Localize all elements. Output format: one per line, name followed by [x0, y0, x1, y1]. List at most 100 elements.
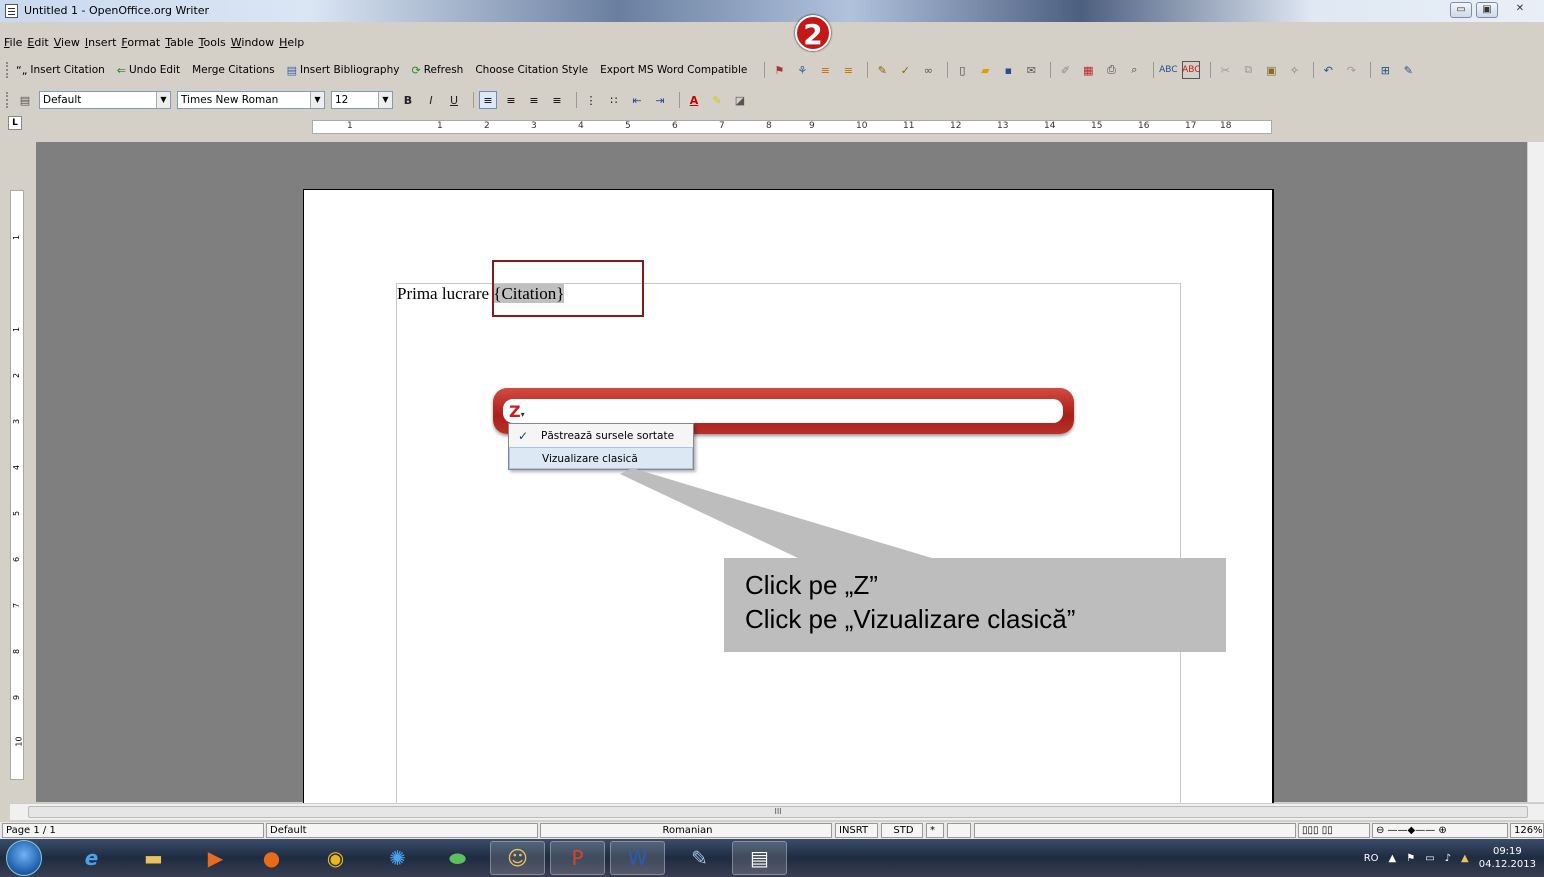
- menu-table[interactable]: Table: [165, 34, 198, 52]
- zoom-slider[interactable]: ⊖ ——◆—— ⊕: [1372, 823, 1508, 838]
- clock[interactable]: 09:19 04.12.2013: [1479, 845, 1536, 871]
- new-document-icon[interactable]: ▯: [953, 61, 971, 79]
- increase-indent-icon[interactable]: ⇥: [651, 91, 669, 109]
- menu-edit[interactable]: Edit: [27, 34, 53, 52]
- numbering-icon[interactable]: ⋮: [582, 91, 600, 109]
- bold-icon[interactable]: B: [399, 91, 417, 109]
- open-folder-icon[interactable]: ▰: [976, 61, 994, 79]
- chevron-down-icon[interactable]: ▼: [378, 92, 392, 108]
- green-app-icon[interactable]: ⬬: [430, 841, 485, 875]
- print-preview-icon[interactable]: ⌕: [1125, 61, 1143, 79]
- paste-icon[interactable]: ▣: [1262, 61, 1280, 79]
- chevron-down-icon[interactable]: ▼: [156, 92, 170, 108]
- media-player-icon[interactable]: ▶: [188, 841, 243, 875]
- background-color-icon[interactable]: ◪: [731, 91, 749, 109]
- view-layout-buttons[interactable]: ▯▯▯ ▯▯: [1298, 823, 1370, 838]
- copy-icon[interactable]: ⧉: [1239, 61, 1257, 79]
- menu-insert[interactable]: Insert: [85, 34, 122, 52]
- table-icon[interactable]: ⊞: [1376, 61, 1394, 79]
- decrease-indent-icon[interactable]: ⇤: [628, 91, 646, 109]
- zoom-level[interactable]: 126%: [1510, 823, 1544, 838]
- email-icon[interactable]: ✉: [1022, 61, 1040, 79]
- openoffice-writer-icon[interactable]: ▤: [732, 841, 787, 875]
- drive-icon[interactable]: ▲: [1461, 853, 1469, 864]
- print-icon[interactable]: ⎙: [1102, 61, 1120, 79]
- menu-window[interactable]: Window: [231, 34, 279, 52]
- page-style-indicator[interactable]: Default: [266, 823, 538, 838]
- network-icon[interactable]: ▭: [1425, 853, 1434, 864]
- align-center-icon[interactable]: ≡: [502, 91, 520, 109]
- chrome-icon[interactable]: ◉: [308, 841, 363, 875]
- insert-note-icon[interactable]: ≡: [816, 61, 834, 79]
- bullets-icon[interactable]: ∷: [605, 91, 623, 109]
- internet-explorer-icon[interactable]: e: [64, 841, 119, 875]
- merge-citations-button[interactable]: Merge Citations: [192, 64, 275, 76]
- toolbar-grip[interactable]: [6, 62, 10, 78]
- save-icon[interactable]: ▪: [999, 61, 1017, 79]
- font-name-select[interactable]: Times New Roman ▼: [177, 91, 325, 109]
- close-button[interactable]: ✕: [1502, 2, 1538, 18]
- align-left-icon[interactable]: ≡: [479, 91, 497, 109]
- redo-icon[interactable]: ↷: [1342, 61, 1360, 79]
- spellcheck-icon[interactable]: ABC: [1159, 61, 1177, 79]
- horizontal-ruler[interactable]: 1 1 2 3 4 5 6 7 8 9 10 11 12 13 14 15 16…: [312, 120, 1272, 134]
- maximize-button[interactable]: ▣: [1476, 2, 1498, 18]
- yahoo-messenger-icon[interactable]: ☺: [490, 841, 545, 875]
- selection-mode-indicator[interactable]: STD: [881, 823, 923, 838]
- network-app-icon[interactable]: ✺: [370, 841, 425, 875]
- link-icon[interactable]: ∞: [919, 61, 937, 79]
- export-pdf-icon[interactable]: ▦: [1079, 61, 1097, 79]
- hyperlink-icon[interactable]: ⚘: [793, 61, 811, 79]
- font-size-select[interactable]: 12 ▼: [331, 91, 393, 109]
- clone-formatting-icon[interactable]: ✧: [1285, 61, 1303, 79]
- edit-note-icon[interactable]: ≡: [839, 61, 857, 79]
- volume-icon[interactable]: ♪: [1445, 853, 1451, 864]
- cut-icon[interactable]: ✂: [1216, 61, 1234, 79]
- insert-citation-button[interactable]: “„ Insert Citation: [16, 64, 105, 77]
- autospellcheck-icon[interactable]: ABC: [1182, 61, 1201, 79]
- underline-icon[interactable]: U: [445, 91, 463, 109]
- tab-stop-selector[interactable]: L: [8, 116, 22, 130]
- font-color-icon[interactable]: A: [685, 91, 703, 109]
- align-right-icon[interactable]: ≡: [525, 91, 543, 109]
- zotero-search-input[interactable]: [503, 399, 1063, 423]
- menu-help[interactable]: Help: [279, 34, 309, 52]
- page-indicator[interactable]: Page 1 / 1: [2, 823, 264, 838]
- menu-view[interactable]: View: [54, 34, 85, 52]
- highlight-icon[interactable]: ✎: [708, 91, 726, 109]
- file-explorer-icon[interactable]: ▬: [126, 841, 181, 875]
- undo-icon[interactable]: ↶: [1319, 61, 1337, 79]
- minimize-button[interactable]: ▭: [1450, 2, 1472, 18]
- zotero-menu-button[interactable]: Z▾: [509, 402, 525, 421]
- start-button[interactable]: [6, 840, 42, 876]
- bookmark-icon[interactable]: ⚑: [770, 61, 788, 79]
- language-indicator[interactable]: RO: [1364, 853, 1379, 864]
- track-changes-icon[interactable]: ✎: [873, 61, 891, 79]
- flag-icon[interactable]: ⚑: [1406, 853, 1415, 864]
- toolbar-grip[interactable]: [6, 92, 10, 108]
- justify-icon[interactable]: ≡: [548, 91, 566, 109]
- styles-formatting-icon[interactable]: ▤: [16, 91, 34, 109]
- refresh-button[interactable]: ⟳ Refresh: [411, 64, 463, 77]
- menu-tools[interactable]: Tools: [199, 34, 231, 52]
- insert-mode-indicator[interactable]: INSRT: [835, 823, 878, 838]
- writer-app-icon[interactable]: [5, 4, 18, 18]
- horizontal-scrollbar[interactable]: III: [10, 803, 1544, 820]
- firefox-icon[interactable]: ●: [244, 841, 299, 875]
- menu-format[interactable]: Format: [121, 34, 165, 52]
- paint-icon[interactable]: ✎: [672, 841, 727, 875]
- vertical-scrollbar[interactable]: [1527, 142, 1544, 802]
- menu-file[interactable]: File: [4, 34, 27, 52]
- menu-item-classic-view[interactable]: Vizualizare clasică: [509, 447, 693, 469]
- paragraph-style-select[interactable]: Default ▼: [39, 91, 171, 109]
- draw-icon[interactable]: ✎: [1399, 61, 1417, 79]
- edit-file-icon[interactable]: ✐: [1056, 61, 1074, 79]
- undo-edit-button[interactable]: ⇐ Undo Edit: [117, 64, 180, 77]
- powerpoint-icon[interactable]: P: [550, 841, 605, 875]
- export-ms-word-button[interactable]: Export MS Word Compatible: [600, 64, 747, 76]
- show-hidden-icons-icon[interactable]: ▲: [1389, 853, 1397, 864]
- menu-item-keep-sorted[interactable]: ✓ Păstrează sursele sortate: [509, 425, 693, 447]
- chevron-down-icon[interactable]: ▼: [310, 92, 324, 108]
- insert-bibliography-button[interactable]: ▤ Insert Bibliography: [287, 64, 400, 77]
- choose-citation-style-button[interactable]: Choose Citation Style: [475, 64, 588, 76]
